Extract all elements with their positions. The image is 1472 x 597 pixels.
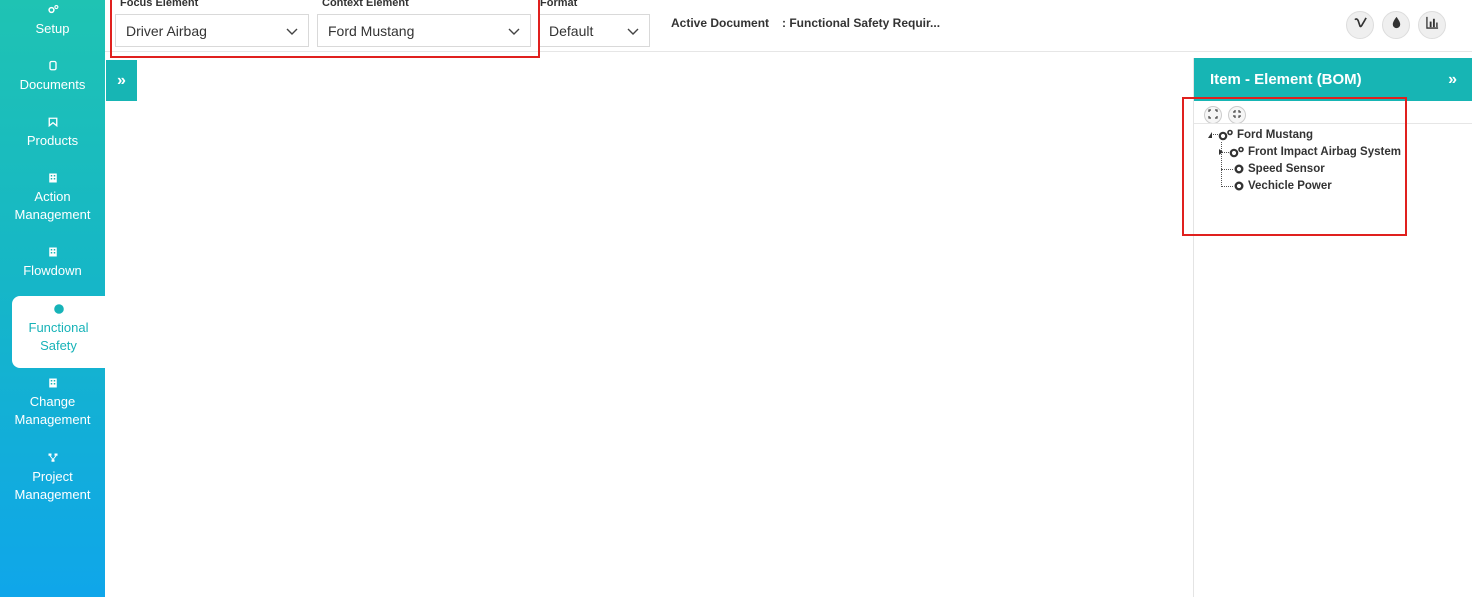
sidebar-item-action-management[interactable]: Action Management: [0, 171, 105, 224]
sidebar-item-label: Flowdown: [23, 263, 82, 278]
vimeo-icon: [1353, 16, 1367, 34]
app-window: Setup Documents Products Action Manageme…: [0, 0, 1472, 597]
tree-node-label: Front Impact Airbag System: [1248, 146, 1401, 158]
bar-chart-button[interactable]: [1418, 11, 1446, 39]
bar-chart-icon: [1425, 16, 1439, 34]
sidebar-item-label: Documents: [19, 77, 86, 92]
toolbar: Focus Element Driver Airbag Context Elem…: [105, 0, 1472, 52]
sidebar-item-products[interactable]: Products: [0, 115, 105, 150]
droplet-icon: [1390, 16, 1403, 34]
chevron-down-icon: [508, 23, 520, 39]
building-icon: [0, 245, 105, 261]
gears-icon: [1229, 146, 1248, 158]
focus-element-label: Focus Element: [120, 0, 199, 9]
chevron-down-icon: [286, 23, 298, 39]
tree-node-ford-mustang[interactable]: Ford Mustang: [1207, 127, 1313, 143]
chevron-down-icon: [627, 23, 639, 39]
format-label: Format: [540, 0, 578, 9]
sidebar-item-label: Products: [26, 133, 79, 148]
sidebar-item-project-management[interactable]: Project Management: [0, 451, 105, 504]
tree-node-label: Speed Sensor: [1248, 163, 1325, 175]
bom-panel-header: Item - Element (BOM) »: [1194, 58, 1472, 101]
sidebar-item-setup[interactable]: Setup: [0, 3, 105, 38]
sidebar-item-functional-safety[interactable]: Functional Safety: [12, 296, 105, 368]
building-icon: [0, 376, 105, 392]
copy-icon: [0, 59, 105, 75]
sidebar-item-flowdown[interactable]: Flowdown: [0, 245, 105, 280]
sidebar-item-documents[interactable]: Documents: [0, 59, 105, 94]
sidebar-item-label: Change Management: [14, 394, 91, 427]
collapse-all-button[interactable]: [1228, 106, 1246, 124]
sidebar-item-label: Functional Safety: [28, 320, 89, 353]
sidebar-item-label: Action Management: [14, 189, 91, 222]
format-value: Default: [549, 22, 594, 39]
focus-element-select[interactable]: Driver Airbag: [115, 14, 309, 47]
bom-tree: Ford Mustang Front Impact Airbag System …: [1194, 124, 1472, 264]
format-select[interactable]: Default: [538, 14, 650, 47]
context-element-label: Context Element: [322, 0, 409, 9]
sidebar-item-label: Project Management: [14, 469, 91, 502]
expand-left-panel-button[interactable]: »: [106, 60, 137, 101]
gears-icon: [1218, 129, 1237, 141]
tree-toolbar: [1204, 106, 1246, 124]
bom-panel: Item - Element (BOM) » Ford Mustang Fron…: [1193, 58, 1472, 597]
tree-node-label: Ford Mustang: [1237, 129, 1314, 141]
gear-icon: [1233, 163, 1248, 175]
safety-icon: [12, 302, 105, 318]
droplet-button[interactable]: [1382, 11, 1410, 39]
sidebar-item-label: Setup: [35, 21, 70, 36]
context-element-select[interactable]: Ford Mustang: [317, 14, 531, 47]
expand-all-button[interactable]: [1204, 106, 1222, 124]
active-document-value: : Functional Safety Requir...: [782, 16, 941, 30]
expand-icon: [1208, 106, 1218, 124]
double-chevron-right-icon: »: [117, 71, 126, 89]
tree-toggle-icon[interactable]: [1207, 131, 1216, 139]
tree-node-front-impact-airbag-system[interactable]: Front Impact Airbag System: [1218, 144, 1401, 160]
compress-icon: [1232, 106, 1242, 124]
double-chevron-right-icon: »: [1448, 70, 1457, 88]
product-icon: [0, 115, 105, 131]
context-element-value: Ford Mustang: [328, 22, 415, 39]
tree-connector: [1221, 186, 1233, 187]
tree-node-speed-sensor[interactable]: Speed Sensor: [1233, 161, 1325, 177]
building-icon: [0, 171, 105, 187]
gear-icon: [1233, 180, 1248, 192]
focus-element-value: Driver Airbag: [126, 22, 207, 39]
tree-toggle-icon[interactable]: [1218, 148, 1227, 156]
sidebar: Setup Documents Products Action Manageme…: [0, 0, 105, 597]
sidebar-item-change-management[interactable]: Change Management: [0, 376, 105, 429]
tree-node-vechicle-power[interactable]: Vechicle Power: [1233, 178, 1332, 194]
hierarchy-icon: [0, 451, 105, 467]
vimeo-button[interactable]: [1346, 11, 1374, 39]
bom-panel-title: Item - Element (BOM): [1210, 71, 1362, 88]
active-document-label: Active Document: [671, 16, 770, 30]
gears-icon: [0, 3, 105, 19]
tree-connector: [1221, 169, 1233, 170]
tree-node-label: Vechicle Power: [1248, 180, 1332, 192]
collapse-panel-button[interactable]: »: [1448, 71, 1457, 89]
